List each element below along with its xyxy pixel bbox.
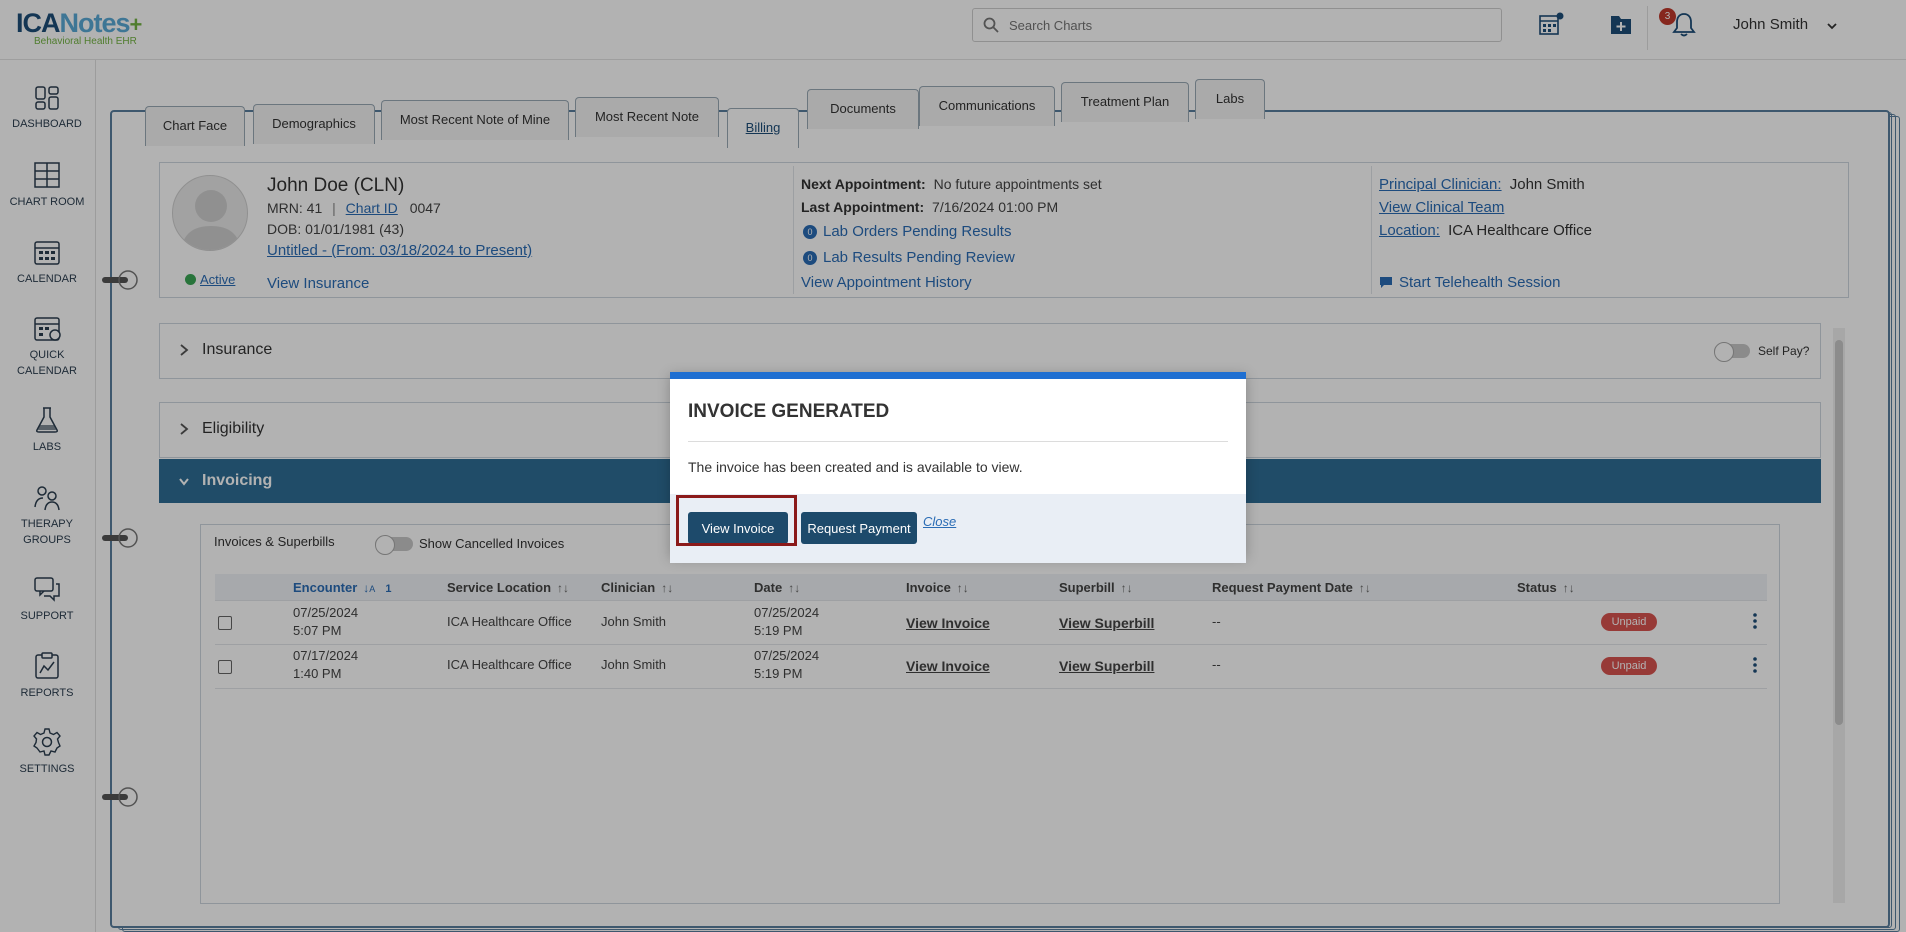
dialog-message: The invoice has been created and is avai… [688, 459, 1023, 475]
request-payment-button[interactable]: Request Payment [801, 512, 917, 544]
focus-highlight [676, 495, 797, 546]
close-link[interactable]: Close [923, 514, 956, 529]
dialog-title: INVOICE GENERATED [688, 401, 890, 422]
dialog-divider [688, 441, 1228, 442]
